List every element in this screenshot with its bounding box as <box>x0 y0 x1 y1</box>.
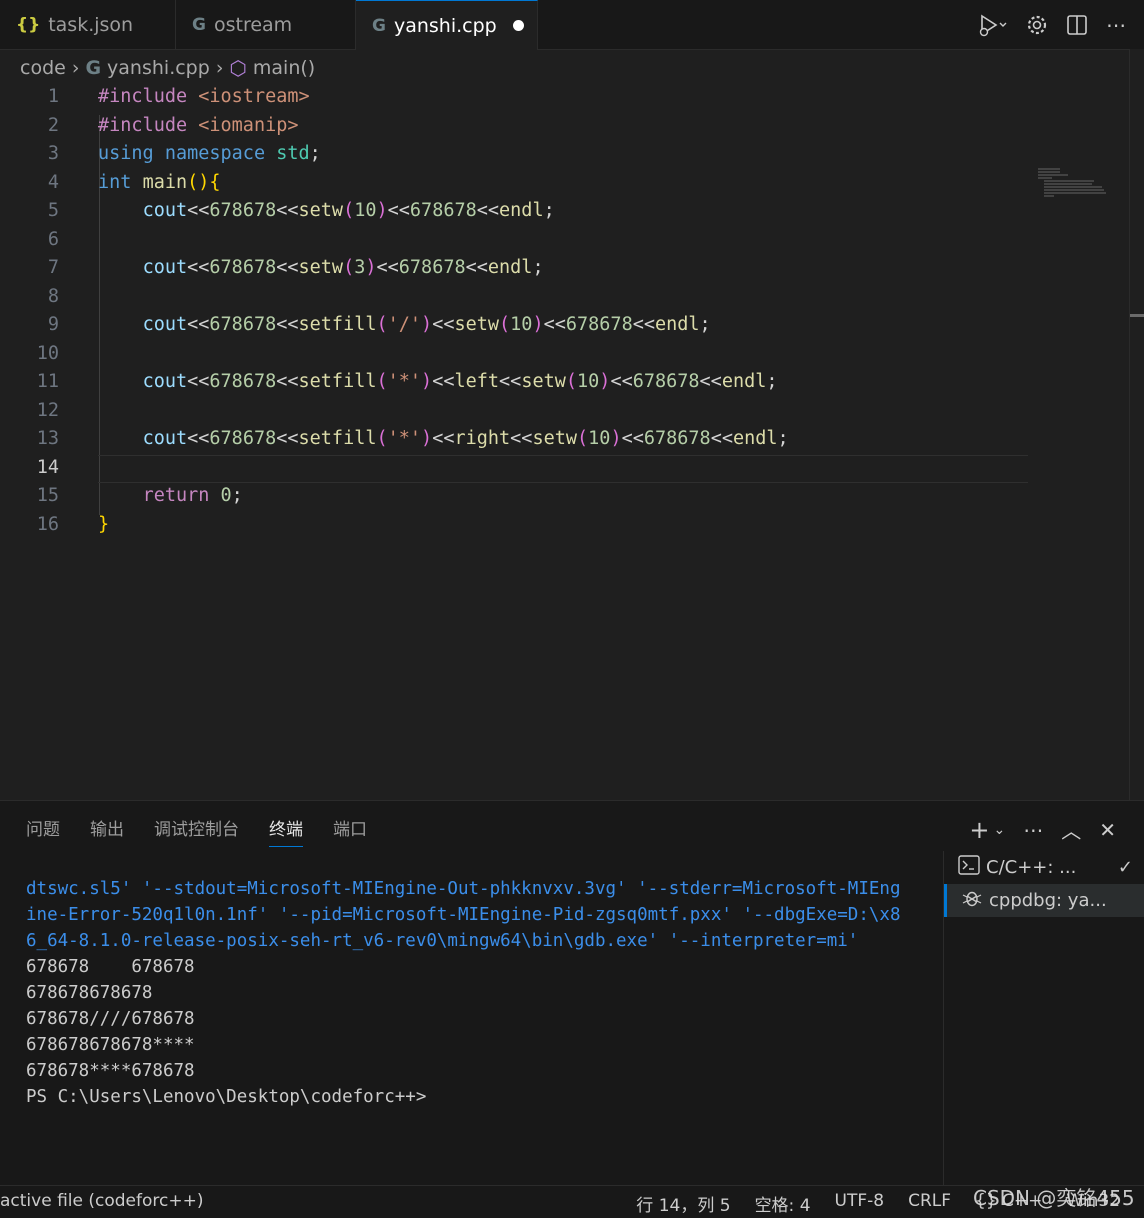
chevron-down-icon[interactable]: ⌄ <box>994 822 1006 838</box>
tab-terminal[interactable]: 终端 <box>269 815 303 847</box>
tab-label: ostream <box>213 13 293 36</box>
status-eol[interactable]: CRLF <box>908 1191 951 1216</box>
minimap[interactable] <box>1038 168 1106 200</box>
check-icon: ✓ <box>1117 857 1133 878</box>
tab-yanshi-cpp[interactable]: G yanshi.cpp <box>356 0 538 50</box>
terminal-line: 678678678678 <box>26 983 153 1003</box>
line-number: 8 <box>47 285 59 307</box>
tab-task-json[interactable]: {} task.json <box>0 0 176 49</box>
run-debug-icon[interactable] <box>978 13 1008 37</box>
terminal-line: 678678678678**** <box>26 1035 195 1055</box>
chevron-right-icon: › <box>71 57 80 79</box>
status-active-file[interactable]: active file (codeforc++) <box>0 1191 203 1211</box>
terminal-item-cppdbg[interactable]: cppdbg: ya... <box>944 884 1144 917</box>
terminal-line: 6_64-8.1.0-release-posix-seh-rt_v6-rev0\… <box>26 931 859 951</box>
editor-scrollbar[interactable] <box>1129 49 1144 800</box>
line-number: 4 <box>47 171 59 193</box>
scrollbar-marker <box>1130 314 1144 317</box>
tab-label: yanshi.cpp <box>393 14 497 37</box>
breadcrumb: code › G yanshi.cpp › ⬡ main() <box>20 54 315 82</box>
terminal-line: 678678 678678 <box>26 957 195 977</box>
cpp-file-icon: G <box>192 14 206 35</box>
split-editor-icon[interactable] <box>1066 14 1088 36</box>
line-number: 13 <box>36 428 59 449</box>
csdn-watermark: CSDN @奕铭455 <box>973 1186 1135 1210</box>
line-number: 5 <box>47 200 59 221</box>
line-number: 7 <box>47 257 59 278</box>
line-number: 12 <box>36 399 59 421</box>
terminal-line: 678678////678678 <box>26 1009 195 1029</box>
panel-tabs: 问题 输出 调试控制台 终端 端口 <box>26 815 397 847</box>
terminal-line: ine-Error-520q1l0n.1nf' '--pid=Microsoft… <box>26 905 901 925</box>
more-actions-icon[interactable]: ⋯ <box>1023 818 1043 842</box>
json-file-icon: {} <box>16 14 41 35</box>
method-icon: ⬡ <box>229 56 247 80</box>
panel-actions: + ⌄ ⋯ ︿ ✕ <box>951 815 1116 844</box>
terminal-item-label: C/C++: ... <box>986 857 1077 878</box>
more-actions-icon[interactable]: ⋯ <box>1106 13 1126 37</box>
breadcrumb-folder[interactable]: code <box>20 57 66 79</box>
debug-icon <box>961 887 983 914</box>
terminal-icon <box>958 855 980 880</box>
line-number: 10 <box>36 342 59 364</box>
line-number: 11 <box>36 371 59 392</box>
bottom-panel: 问题 输出 调试控制台 终端 端口 + ⌄ ⋯ ︿ ✕ dtswc.sl5' '… <box>0 800 1144 1186</box>
terminal-line: dtswc.sl5' '--stdout=Microsoft-MIEngine-… <box>26 879 901 899</box>
editor-actions: ⋯ <box>978 0 1144 49</box>
terminal-item-label: cppdbg: ya... <box>989 890 1107 911</box>
terminal-prompt[interactable]: PS C:\Users\Lenovo\Desktop\codeforc++> <box>26 1084 941 1110</box>
tab-problems[interactable]: 问题 <box>26 815 60 847</box>
line-number: 2 <box>47 114 59 136</box>
status-cursor-position[interactable]: 行 14，列 5 <box>636 1191 730 1216</box>
line-number: 15 <box>36 485 59 506</box>
terminal-item-cpp-build[interactable]: C/C++: ... ✓ <box>944 851 1144 884</box>
terminal-output[interactable]: dtswc.sl5' '--stdout=Microsoft-MIEngine-… <box>26 876 941 1110</box>
chevron-right-icon: › <box>215 57 224 79</box>
unsaved-dot-icon[interactable] <box>512 20 524 31</box>
cpp-file-icon: G <box>372 15 386 36</box>
status-indentation[interactable]: 空格: 4 <box>755 1191 811 1216</box>
line-number: 16 <box>36 513 59 535</box>
gear-icon[interactable] <box>1026 14 1048 36</box>
line-number: 3 <box>47 143 59 164</box>
tab-ports[interactable]: 端口 <box>333 815 367 847</box>
close-icon[interactable]: ✕ <box>1099 818 1116 842</box>
status-encoding[interactable]: UTF-8 <box>835 1191 885 1216</box>
plus-icon[interactable]: + <box>969 816 989 844</box>
line-number: 1 <box>47 86 59 107</box>
cpp-file-icon: G <box>85 57 102 79</box>
current-line-highlight <box>98 455 1028 483</box>
line-number: 9 <box>47 314 59 335</box>
terminal-list: C/C++: ... ✓ cppdbg: ya... <box>943 851 1144 1186</box>
tab-ostream[interactable]: G ostream <box>176 0 356 49</box>
tab-label: task.json <box>48 13 134 36</box>
chevron-up-icon[interactable]: ︿ <box>1061 815 1081 844</box>
line-number-current: 14 <box>36 456 59 478</box>
terminal-line: 678678****678678 <box>26 1061 195 1081</box>
tab-debug-console[interactable]: 调试控制台 <box>154 815 239 847</box>
editor-tab-bar: {} task.json G ostream G yanshi.cpp ⋯ <box>0 0 1144 50</box>
line-number: 6 <box>47 228 59 250</box>
breadcrumb-file[interactable]: yanshi.cpp <box>107 57 210 79</box>
tab-output[interactable]: 输出 <box>90 815 124 847</box>
breadcrumb-symbol[interactable]: main() <box>253 57 315 79</box>
